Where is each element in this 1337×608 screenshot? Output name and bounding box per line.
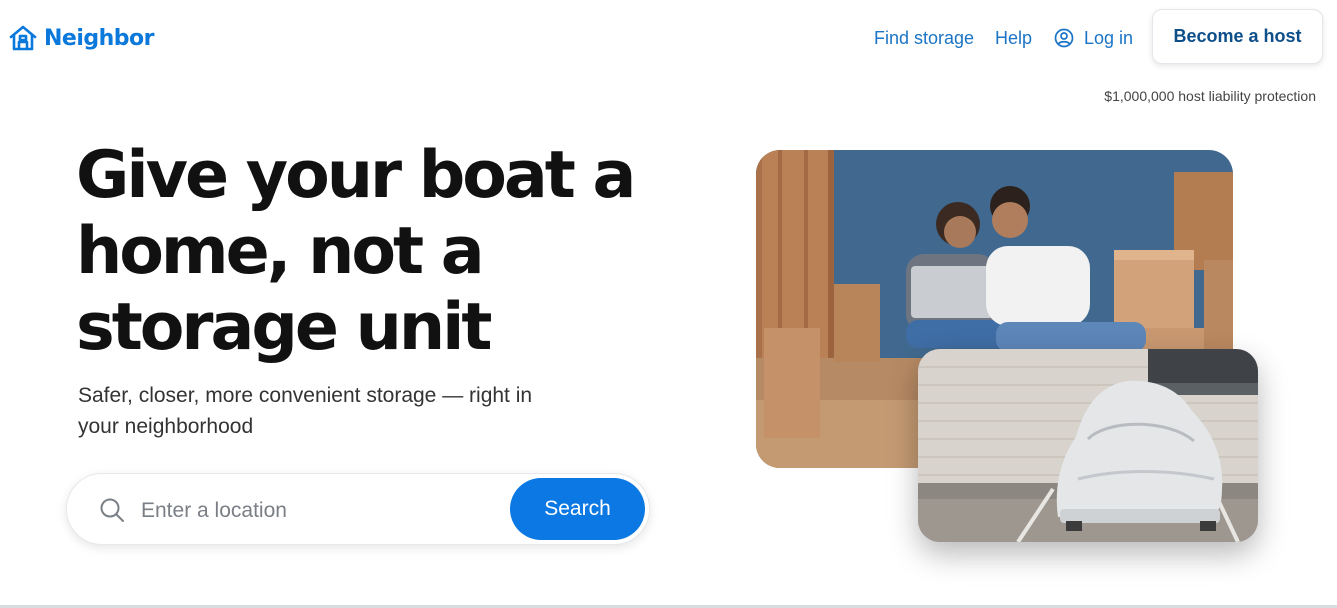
nav-log-in[interactable]: Log in xyxy=(1054,28,1133,48)
location-input[interactable] xyxy=(139,492,503,530)
become-host-button[interactable]: Become a host xyxy=(1152,9,1323,64)
house-logo-icon xyxy=(8,23,38,53)
log-in-label: Log in xyxy=(1084,28,1134,48)
covered-car-photo xyxy=(918,349,1258,542)
logo-text: Neighbor xyxy=(44,25,155,51)
hero-subtitle: Safer, closer, more convenient storage —… xyxy=(78,384,533,438)
neighbor-logo[interactable]: Neighbor xyxy=(8,22,155,54)
nav-help[interactable]: Help xyxy=(995,28,1032,48)
hero-title: Give your boat a home, not a storage uni… xyxy=(76,138,636,365)
nav-find-storage[interactable]: Find storage xyxy=(874,28,974,48)
search-icon xyxy=(99,497,125,523)
search-button[interactable]: Search xyxy=(510,478,645,540)
liability-note: $1,000,000 host liability protection xyxy=(1104,88,1316,104)
user-circle-icon xyxy=(1054,28,1074,48)
location-search-bar: Search xyxy=(66,473,650,545)
